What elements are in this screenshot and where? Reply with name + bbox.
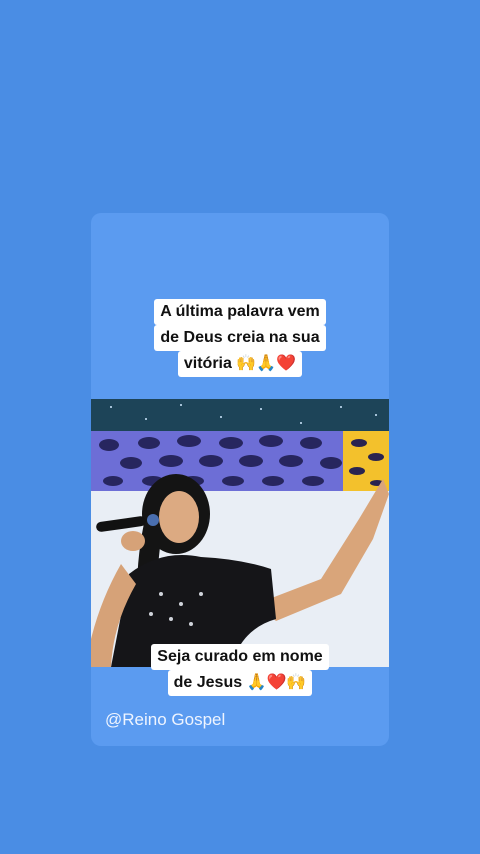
caption-bottom-line-1: Seja curado em nome xyxy=(151,644,329,670)
caption-top-line-2: de Deus creia na sua xyxy=(154,325,326,351)
video-frame[interactable] xyxy=(91,399,389,667)
story-card[interactable]: A última palavra vem de Deus creia na su… xyxy=(91,213,389,746)
caption-top-line-1: A última palavra vem xyxy=(154,299,326,325)
singer-figure xyxy=(91,474,389,667)
caption-top: A última palavra vem de Deus creia na su… xyxy=(91,299,389,377)
story-screen: { "story": { "caption_top": ["A última p… xyxy=(0,0,480,854)
watermark-text: @Reino Gospel xyxy=(105,710,226,729)
caption-bottom: Seja curado em nome de Jesus 🙏❤️🙌 xyxy=(91,644,389,696)
caption-top-line-3: vitória 🙌🙏❤️ xyxy=(177,351,303,377)
caption-bottom-line-2: de Jesus 🙏❤️🙌 xyxy=(167,670,313,696)
